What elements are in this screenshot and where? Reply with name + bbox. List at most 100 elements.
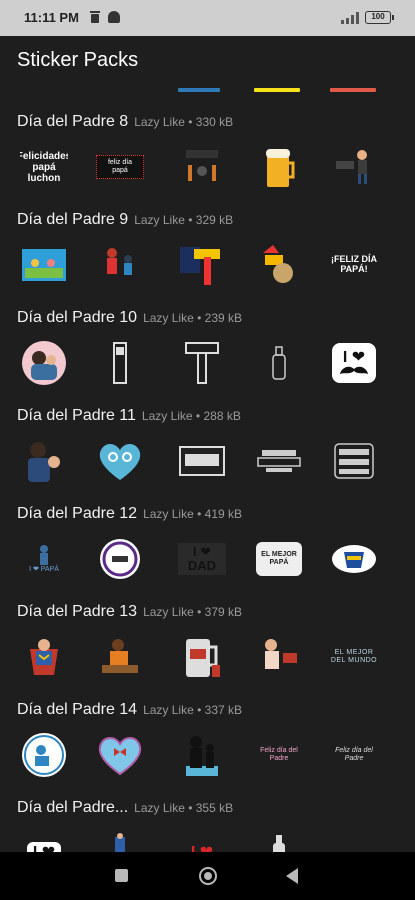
status-bar: 11:11 PM 100 [0,0,415,36]
sticker-i-love-white: I ❤ [20,830,68,852]
sticker-hammer [178,242,226,288]
sticker-figure-partial [96,830,144,852]
sticker-preview-row: ¡FELIZ DÍA PAPÁ! [0,242,415,288]
pack-name: Día del Padre... [17,799,129,816]
sticker-preview-row: EL MEJOR DEL MUNDO [0,634,415,680]
meta-separator: • [184,801,196,815]
pack-name: Día del Padre 13 [17,603,138,620]
pack-size: 355 kB [195,801,234,815]
sticker-i-love-dad: I ❤ DAD [178,536,226,582]
sticker-pack-list[interactable]: Día del Padre 8 Lazy Like • 330 kB Felic… [0,78,415,852]
pack-author: Lazy Like [134,115,185,129]
android-icon [108,11,120,23]
pack-name: Día del Padre 10 [17,309,138,326]
sticker-fragment [254,88,300,92]
pack-author: Lazy Like [134,801,185,815]
meta-separator: • [192,409,204,423]
sticker-i-love-mustache: I ❤ [330,340,378,386]
sticker-kids-board [20,242,68,288]
status-time: 11:11 PM [24,10,79,25]
sticker-bottle-outline [255,340,303,386]
home-icon[interactable] [199,867,217,885]
status-notification-icons [90,11,120,23]
sticker-dad-figure [330,144,378,190]
pack-size: 329 kB [195,213,234,227]
pack-name: Día del Padre 8 [17,113,129,130]
sticker-bottle-partial [255,830,303,852]
pack-author: Lazy Like [143,507,194,521]
sticker-pack-item[interactable]: Día del Padre 10 Lazy Like • 239 kB I ❤ [0,294,415,392]
meta-separator: • [193,703,205,717]
pack-author: Lazy Like [134,213,185,227]
sticker-padre-badge [178,438,226,484]
status-system-icons: 100 [341,11,394,24]
recent-apps-icon[interactable] [115,869,128,882]
sticker-feliz-dia-card: feliz día papá [96,144,144,190]
sticker-preview-row [0,438,415,484]
sticker-dad-child-portrait [20,438,68,484]
pack-size: 330 kB [195,115,234,129]
battery-icon: 100 [365,11,394,24]
sticker-preview-row: I ❤ PAPÁ I ❤ DAD EL MEJOR PAPÁ [0,536,415,582]
sticker-pack-item[interactable]: Día del Padre 13 Lazy Like • 379 kB EL M… [0,588,415,686]
sticker-pack-item[interactable]: Día del Padre 8 Lazy Like • 330 kB Felic… [0,98,415,196]
sticker-fragment [330,88,376,92]
sticker-pack-item[interactable]: Día del Padre 14 Lazy Like • 337 kB Feli… [0,686,415,784]
sticker-preview-row: I ❤ [0,340,415,386]
sticker-heart-bow [96,732,144,778]
sticker-superhero-dad [20,634,68,680]
sticker-feliz-dia-text: Feliz día del Padre [260,747,298,762]
pack-size: 337 kB [204,703,243,717]
sticker-feliz-dia-papa-text: ¡FELIZ DÍA PAPÁ! [331,254,377,274]
sticker-fragment [178,88,220,92]
sticker-family-silhouette [178,732,226,778]
sticker-preview-row: Felicidades papá luchon feliz día papá [0,144,415,190]
pack-size: 379 kB [204,605,243,619]
trash-icon [90,11,100,23]
meta-separator: • [193,311,205,325]
sticker-dad-hug-portrait [20,340,68,386]
sticker-tool-outline [96,340,144,386]
sticker-character-sign [255,242,303,288]
sticker-family-figures [96,242,144,288]
pack-name: Día del Padre 9 [17,211,129,228]
sticker-dad-reading [96,634,144,680]
meta-separator: • [193,507,205,521]
sticker-el-mejor-papa: EL MEJOR PAPÁ [255,536,303,582]
pack-name: Día del Padre 14 [17,701,138,718]
meta-separator: • [184,115,196,129]
pack-author: Lazy Like [143,605,194,619]
sticker-i-love-papa: I ❤ PAPÁ [20,536,68,582]
sticker-felicidades-text: Felicidades papá luchon [20,150,68,184]
sticker-round-badge [96,536,144,582]
sticker-feliz-dia-script: Feliz día del Padre [335,747,373,762]
sticker-pack-item[interactable]: Día del Padre 11 Lazy Like • 288 kB [0,392,415,490]
meta-separator: • [184,213,196,227]
pack-size: 239 kB [204,311,243,325]
sticker-pack-item[interactable]: Día del Padre 9 Lazy Like • 329 kB ¡FELI… [0,196,415,294]
sticker-text-outline [255,438,303,484]
back-icon[interactable] [286,868,298,884]
pack-size: 419 kB [204,507,243,521]
navigation-bar [0,852,415,900]
sticker-heart-glasses [96,438,144,484]
sticker-dad-with-sign [255,634,303,680]
sticker-empty-slot [330,830,378,852]
sticker-beer-mug [255,144,303,190]
sticker-preview-row: I ❤ I ❤ [0,830,415,852]
pack-author: Lazy Like [141,409,193,423]
sticker-pack-item[interactable]: Día del Padre... Lazy Like • 355 kB I ❤ … [0,784,415,852]
pack-name: Día del Padre 12 [17,505,138,522]
sticker-preview-row: Feliz día del Padre Feliz día del Padre [0,732,415,778]
sticker-lettering-outline [330,438,378,484]
sticker-i-love-dark: I ❤ [178,830,226,852]
sticker-mug [178,634,226,680]
sticker-blue-badge [330,536,378,582]
signal-icon [341,12,359,24]
pack-author: Lazy Like [143,703,194,717]
sticker-el-mejor-del-mundo: EL MEJOR DEL MUNDO [330,649,378,664]
sticker-tools-illustration [178,144,226,190]
app-bar: Sticker Packs [0,36,415,86]
sticker-pack-item[interactable]: Día del Padre 12 Lazy Like • 419 kB I ❤ … [0,490,415,588]
sticker-round-dad-child [20,732,68,778]
